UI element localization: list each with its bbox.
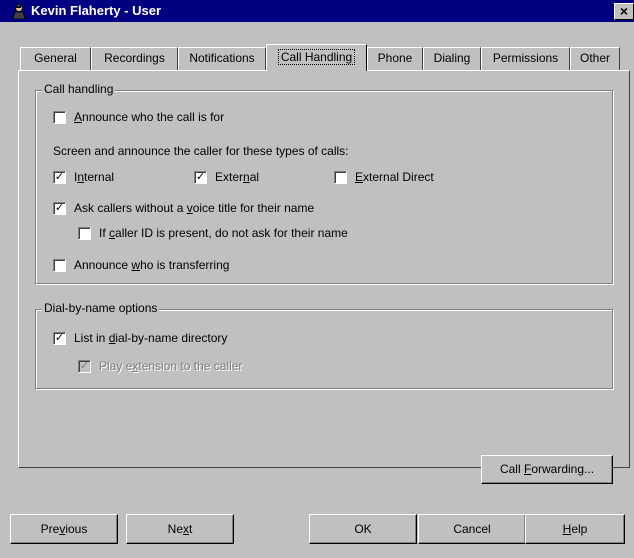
tab-call-handling[interactable]: Call Handling bbox=[266, 44, 367, 71]
tab-recordings[interactable]: Recordings bbox=[91, 47, 178, 70]
announce-transferring-checkbox[interactable]: Announce who is transferring bbox=[53, 258, 229, 272]
checkbox-label: List in dial-by-name directory bbox=[74, 331, 228, 345]
caller-id-checkbox[interactable]: If caller ID is present, do not ask for … bbox=[78, 226, 348, 240]
play-extension-checkbox: ✓ Play extension to the caller bbox=[78, 359, 242, 373]
tab-label: Dialing bbox=[433, 51, 471, 65]
tab-permissions[interactable]: Permissions bbox=[481, 47, 570, 70]
checkbox-box[interactable]: ✓ bbox=[194, 170, 207, 184]
external-checkbox[interactable]: ✓ External bbox=[194, 170, 259, 184]
tab-other[interactable]: Other bbox=[570, 47, 620, 70]
cancel-button[interactable]: Cancel bbox=[418, 514, 526, 544]
ask-callers-checkbox[interactable]: ✓ Ask callers without a voice title for … bbox=[53, 201, 314, 215]
checkbox-box[interactable] bbox=[53, 110, 66, 124]
checkbox-box[interactable] bbox=[334, 170, 347, 184]
dial-by-name-group-label: Dial-by-name options bbox=[42, 301, 160, 315]
checkbox-box[interactable]: ✓ bbox=[53, 170, 66, 184]
call-handling-group-label: Call handling bbox=[42, 82, 116, 96]
close-icon: × bbox=[619, 3, 629, 19]
list-in-directory-checkbox[interactable]: ✓ List in dial-by-name directory bbox=[53, 331, 227, 345]
checkbox-box: ✓ bbox=[78, 359, 91, 373]
tab-dialing[interactable]: Dialing bbox=[423, 47, 481, 70]
checkbox-label: Play extension to the caller bbox=[99, 359, 243, 373]
tab-general[interactable]: General bbox=[20, 47, 91, 70]
tab-label: Call Handling bbox=[277, 49, 356, 65]
help-button[interactable]: Help bbox=[525, 514, 625, 544]
user-properties-window: Kevin Flaherty - User × General Recordin… bbox=[0, 0, 634, 558]
tab-label: Phone bbox=[377, 51, 413, 65]
tab-label: General bbox=[34, 51, 77, 65]
checkbox-box[interactable] bbox=[53, 258, 66, 272]
checkbox-box[interactable]: ✓ bbox=[53, 331, 66, 345]
checkbox-label: Internal bbox=[74, 170, 115, 184]
tab-label: Other bbox=[579, 51, 610, 65]
screen-types-label: Screen and announce the caller for these… bbox=[53, 144, 349, 158]
external-direct-checkbox[interactable]: External Direct bbox=[334, 170, 434, 184]
call-forwarding-button[interactable]: Call Forwarding... bbox=[481, 455, 613, 484]
checkbox-label: External Direct bbox=[355, 170, 434, 184]
announce-who-for-checkbox[interactable]: Announce who the call is for bbox=[53, 110, 224, 124]
call-handling-panel: Call handling Announce who the call is f… bbox=[18, 70, 630, 484]
checkbox-label: Announce who is transferring bbox=[74, 258, 230, 272]
checkbox-label: Announce who the call is for bbox=[74, 110, 225, 124]
tab-label: Notifications bbox=[189, 51, 255, 65]
tab-notifications[interactable]: Notifications bbox=[178, 47, 266, 70]
next-button[interactable]: Next bbox=[126, 514, 234, 544]
tab-phone[interactable]: Phone bbox=[367, 47, 423, 70]
ok-button[interactable]: OK bbox=[309, 514, 417, 544]
close-button[interactable]: × bbox=[614, 3, 634, 20]
checkbox-label: If caller ID is present, do not ask for … bbox=[99, 226, 348, 240]
checkbox-box[interactable] bbox=[78, 226, 91, 240]
title-bar[interactable]: Kevin Flaherty - User × bbox=[0, 0, 634, 22]
previous-button[interactable]: Previous bbox=[10, 514, 118, 544]
checkbox-box[interactable]: ✓ bbox=[53, 201, 66, 215]
tab-label: Permissions bbox=[492, 51, 559, 65]
tab-label: Recordings bbox=[104, 51, 165, 65]
checkbox-label: Ask callers without a voice title for th… bbox=[74, 201, 315, 215]
internal-checkbox[interactable]: ✓ Internal bbox=[53, 170, 114, 184]
user-icon bbox=[12, 4, 26, 19]
window-title: Kevin Flaherty - User bbox=[31, 3, 162, 18]
dial-by-name-group: Dial-by-name options bbox=[35, 301, 613, 389]
checkbox-label: External bbox=[215, 170, 260, 184]
